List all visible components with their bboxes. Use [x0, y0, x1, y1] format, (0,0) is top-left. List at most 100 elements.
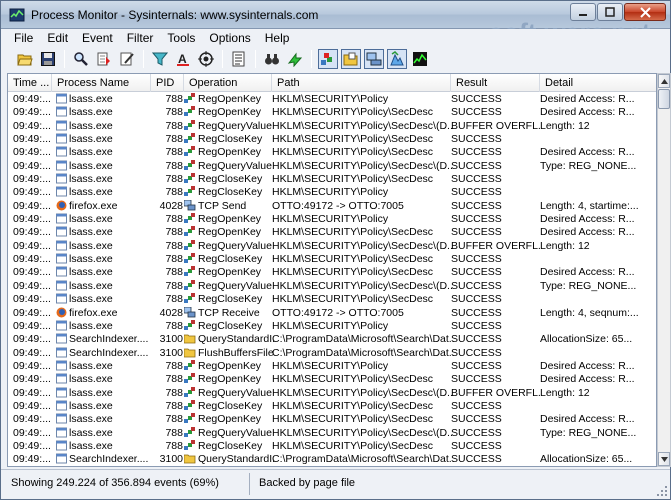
path-cell: HKLM\SECURITY\Policy\SecDesc	[272, 400, 454, 413]
detail-text: Type: REG_NONE...	[540, 426, 637, 439]
operation-cell: RegCloseKey	[184, 186, 274, 199]
show-process-activity-toggle[interactable]	[387, 49, 407, 69]
process-icon	[56, 173, 67, 184]
table-row[interactable]: 09:49:... lsass.exe 788 RegCloseKey HKLM\SEC…	[8, 319, 656, 333]
table-row[interactable]: 09:49:... lsass.exe 788 RegQueryValue HKLM\S…	[8, 159, 656, 173]
registry-icon	[184, 293, 195, 304]
table-row[interactable]: 09:49:... SearchIndexer.... 3100 FlushBuffe…	[8, 347, 656, 360]
table-row[interactable]: 09:49:... lsass.exe 788 RegOpenKey HKLM\SECU…	[8, 93, 656, 106]
open-button[interactable]	[15, 49, 35, 69]
resize-grip-icon[interactable]	[656, 485, 668, 497]
menu-edit[interactable]: Edit	[40, 29, 75, 47]
path-cell: HKLM\SECURITY\Policy\SecDesc\(D...	[272, 280, 454, 293]
menu-event[interactable]: Event	[75, 29, 120, 47]
table-row[interactable]: 09:49:... lsass.exe 788 RegOpenKey HKLM\SECU…	[8, 213, 656, 226]
table-row[interactable]: 09:49:... lsass.exe 788 RegCloseKey HKLM\SEC…	[8, 253, 656, 266]
menu-tools[interactable]: Tools	[160, 29, 202, 47]
table-row[interactable]: 09:49:... lsass.exe 788 RegOpenKey HKLM\SECU…	[8, 226, 656, 239]
menu-file[interactable]: File	[7, 29, 40, 47]
time-text: 09:49:...	[13, 439, 51, 452]
table-row[interactable]: 09:49:... lsass.exe 788 RegCloseKey HKLM\SEC…	[8, 173, 656, 186]
table-row[interactable]: 09:49:... lsass.exe 788 RegCloseKey HKLM\SEC…	[8, 293, 656, 306]
scroll-down-button[interactable]	[658, 452, 670, 466]
find-binoculars-button[interactable]	[262, 49, 282, 69]
table-row[interactable]: 09:49:... lsass.exe 788 RegOpenKey HKLM\SECU…	[8, 106, 656, 119]
pid-cell: 788	[151, 266, 183, 279]
path-text: HKLM\SECURITY\Policy	[272, 213, 389, 226]
menu-help[interactable]: Help	[258, 29, 297, 47]
column-header-detail[interactable]: Detail	[540, 74, 656, 92]
path-cell: HKLM\SECURITY\Policy\SecDesc	[272, 266, 454, 279]
table-row[interactable]: 09:49:... lsass.exe 788 RegOpenKey HKLM\SECU…	[8, 413, 656, 426]
process-tree-button[interactable]	[229, 49, 249, 69]
table-row[interactable]: 09:49:... lsass.exe 788 RegOpenKey HKLM\SECU…	[8, 266, 656, 279]
find-button[interactable]	[71, 49, 91, 69]
result-cell: SUCCESS	[451, 307, 541, 320]
result-cell: SUCCESS	[451, 266, 541, 279]
show-profiling-events-toggle[interactable]	[410, 49, 430, 69]
operation-cell: RegCloseKey	[184, 439, 274, 453]
close-button[interactable]	[624, 3, 666, 21]
table-row[interactable]: 09:49:... firefox.exe 4028 TCP Send OTTO:491…	[8, 199, 656, 213]
maximize-button[interactable]	[597, 3, 623, 21]
table-row[interactable]: 09:49:... lsass.exe 788 RegQueryValue HKLM\S…	[8, 119, 656, 133]
time-cell: 09:49:...	[13, 120, 51, 133]
event-list[interactable]: Time ... Process Name PID Operation Path…	[7, 73, 657, 467]
minimize-button[interactable]	[570, 3, 596, 21]
menu-filter[interactable]: Filter	[120, 29, 161, 47]
column-header-path[interactable]: Path	[272, 74, 451, 92]
result-text: SUCCESS	[451, 226, 502, 239]
jump-button[interactable]	[285, 49, 305, 69]
table-row[interactable]: 09:49:... lsass.exe 788 RegCloseKey HKLM\SEC…	[8, 399, 656, 413]
time-text: 09:49:...	[13, 333, 51, 346]
table-row[interactable]: 09:49:... lsass.exe 788 RegQueryValue HKLM\S…	[8, 239, 656, 253]
pid-text: 788	[165, 373, 183, 386]
include-process-button[interactable]	[196, 49, 216, 69]
clear-button[interactable]	[117, 49, 137, 69]
column-header-process-name[interactable]: Process Name	[52, 74, 151, 92]
result-text: SUCCESS	[451, 453, 502, 466]
title-bar[interactable]: Process Monitor - Sysinternals: www.sysi…	[1, 1, 670, 29]
column-header-pid[interactable]: PID	[151, 74, 184, 92]
result-text: SUCCESS	[451, 133, 502, 146]
show-file-activity-toggle[interactable]	[341, 49, 361, 69]
scrollbar-thumb[interactable]	[658, 89, 670, 109]
registry-icon	[184, 253, 195, 264]
table-row[interactable]: 09:49:... lsass.exe 788 RegQueryValue HKLM\S…	[8, 279, 656, 293]
table-row[interactable]: 09:49:... lsass.exe 788 RegOpenKey HKLM\SECU…	[8, 373, 656, 386]
toolbar-separator	[311, 50, 312, 68]
toolbar-separator	[64, 50, 65, 68]
menu-options[interactable]: Options	[202, 29, 257, 47]
table-row[interactable]: 09:49:... lsass.exe 788 RegCloseKey HKLM\SEC…	[8, 186, 656, 199]
column-header-operation[interactable]: Operation	[184, 74, 272, 92]
show-registry-activity-toggle[interactable]	[318, 49, 338, 69]
time-cell: 09:49:...	[13, 360, 51, 373]
column-header-result[interactable]: Result	[451, 74, 540, 92]
detail-cell: Type: REG_NONE...	[540, 160, 656, 173]
table-row[interactable]: 09:49:... lsass.exe 788 RegOpenKey HKLM\SECU…	[8, 359, 656, 373]
path-text: HKLM\SECURITY\Policy\SecDesc	[272, 439, 434, 452]
process-name-cell: lsass.exe	[56, 240, 151, 253]
scroll-up-button[interactable]	[658, 74, 670, 88]
operation-cell: RegOpenKey	[184, 413, 274, 426]
table-row[interactable]: 09:49:... lsass.exe 788 RegCloseKey HKLM\SEC…	[8, 133, 656, 146]
vertical-scrollbar[interactable]	[657, 73, 671, 467]
table-row[interactable]: 09:49:... firefox.exe 4028 TCP Receive OTTO:…	[8, 306, 656, 320]
path-cell: HKLM\SECURITY\Policy\SecDesc	[272, 173, 454, 186]
process-name-cell: lsass.exe	[56, 293, 151, 306]
process-name-cell: lsass.exe	[56, 360, 151, 373]
show-network-activity-toggle[interactable]	[364, 49, 384, 69]
table-row[interactable]: 09:49:... lsass.exe 788 RegQueryValue HKLM\S…	[8, 426, 656, 440]
highlight-button[interactable]: A	[173, 49, 193, 69]
detail-text: AllocationSize: 65...	[540, 453, 633, 466]
table-row[interactable]: 09:49:... SearchIndexer.... 3100 QueryStand…	[8, 333, 656, 346]
table-row[interactable]: 09:49:... lsass.exe 788 RegQueryValue HKLM\S…	[8, 386, 656, 400]
filter-button[interactable]	[150, 49, 170, 69]
column-header-time[interactable]: Time ...	[8, 74, 52, 92]
table-row[interactable]: 09:49:... SearchIndexer.... 3100 QueryStand…	[8, 453, 656, 466]
autoscroll-button[interactable]	[94, 49, 114, 69]
save-button[interactable]	[38, 49, 58, 69]
table-row[interactable]: 09:49:... lsass.exe 788 RegOpenKey HKLM\SECU…	[8, 146, 656, 159]
table-row[interactable]: 09:49:... lsass.exe 788 RegCloseKey HKLM\SEC…	[8, 439, 656, 453]
detail-text: Desired Access: R...	[540, 413, 635, 426]
